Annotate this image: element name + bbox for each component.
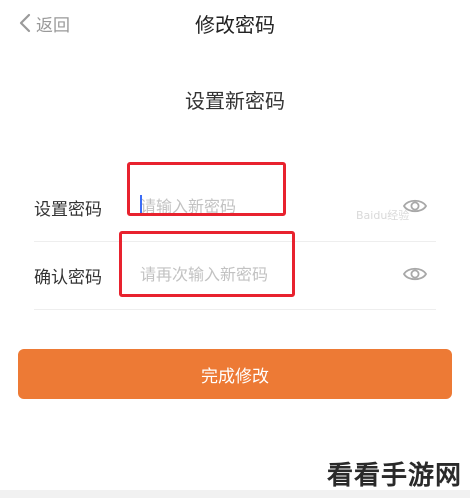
eye-icon[interactable] <box>402 263 428 285</box>
highlight-box-new-password <box>127 162 286 216</box>
page-title: 修改密码 <box>195 13 275 37</box>
confirm-password-label: 确认密码 <box>34 268 102 288</box>
section-heading: 设置新密码 <box>185 89 285 113</box>
nav-bar: 返回 修改密码 <box>0 0 470 44</box>
watermark-text: 看看手游网 <box>326 461 462 491</box>
highlight-box-confirm-password <box>119 231 295 297</box>
new-password-label: 设置密码 <box>34 200 102 220</box>
faint-watermark: Baidu经验 <box>356 209 410 222</box>
complete-change-button[interactable]: 完成修改 <box>18 349 452 399</box>
